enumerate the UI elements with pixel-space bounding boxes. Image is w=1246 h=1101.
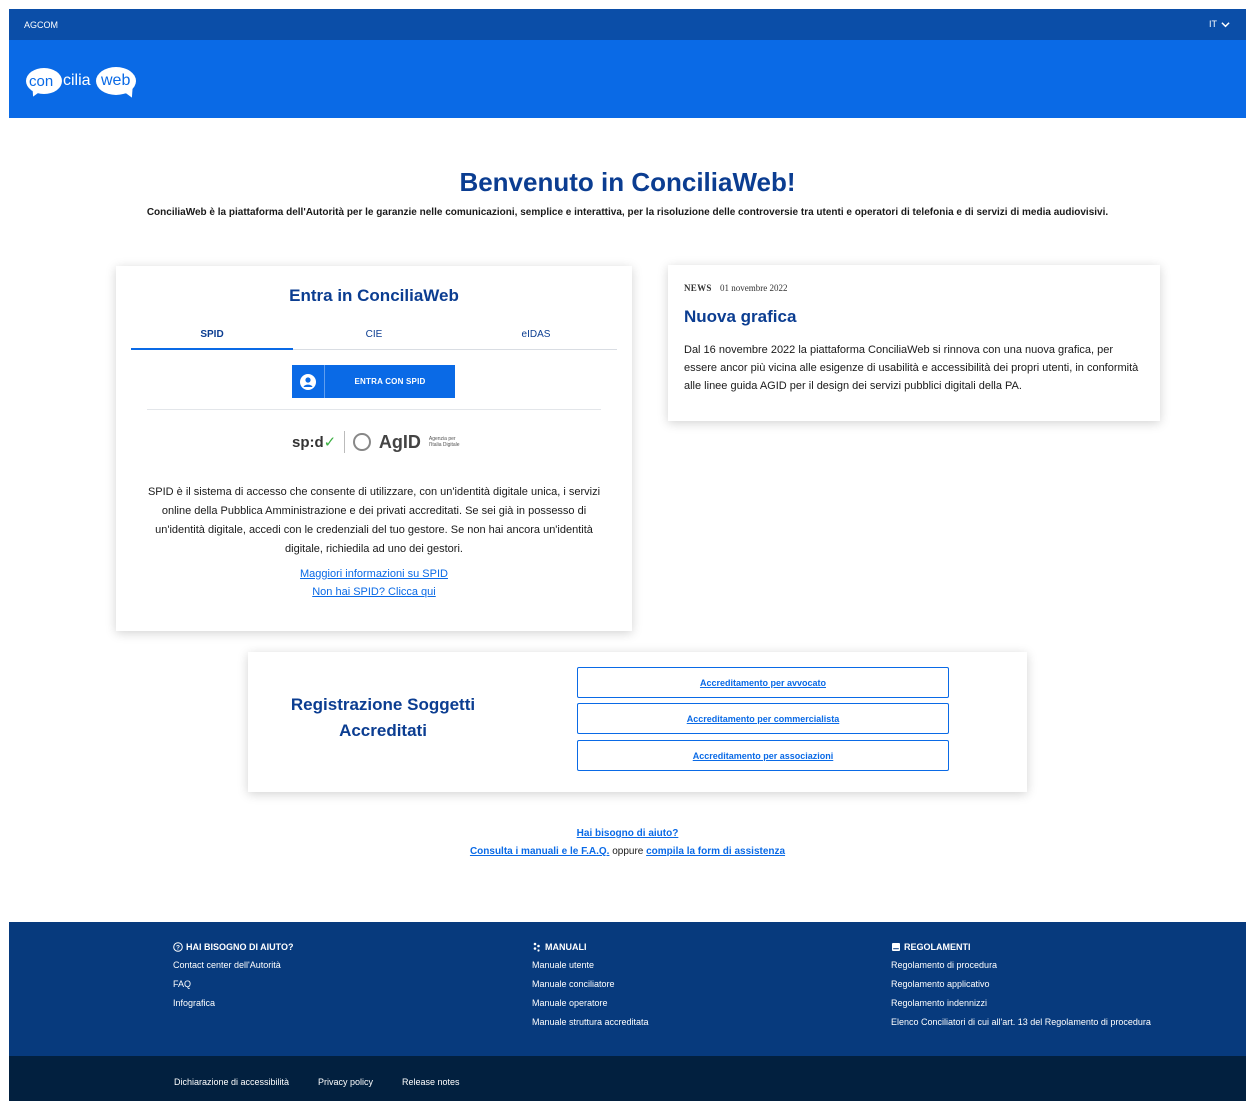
footer-manuals-heading: MANUALI — [532, 942, 649, 952]
help-or-text: oppure — [612, 846, 644, 857]
footer-rules-heading-text: REGOLAMENTI — [904, 942, 971, 952]
news-text: Dal 16 novembre 2022 la piattaforma Conc… — [684, 344, 1139, 392]
tab-cie[interactable]: CIE — [293, 326, 455, 349]
footer-link-manuale-utente[interactable]: Manuale utente — [532, 960, 649, 970]
conciliaweb-logo[interactable]: con cilia web — [26, 65, 138, 101]
language-label: IT — [1209, 19, 1217, 29]
footer-link-regolamento-applicativo[interactable]: Regolamento applicativo — [891, 979, 1151, 989]
agid-logo: AgID — [378, 431, 421, 452]
logo-divider — [344, 431, 346, 453]
manual-icon — [533, 942, 540, 952]
header: con cilia web — [9, 40, 1246, 118]
footer-link-faq[interactable]: FAQ — [173, 979, 294, 989]
chevron-down-icon — [1221, 21, 1230, 27]
news-meta: NEWS 01 novembre 2022 — [684, 283, 787, 293]
news-tag: NEWS — [684, 283, 712, 293]
divider — [147, 409, 601, 410]
login-tabs: SPID CIE eIDAS — [131, 326, 617, 350]
footer-help-heading-text: HAI BISOGNO DI AIUTO? — [186, 942, 294, 952]
question-circle-icon: ? — [173, 942, 183, 952]
footer-link-manuale-operatore[interactable]: Manuale operatore — [532, 998, 649, 1008]
login-title: Entra in ConciliaWeb — [289, 286, 459, 305]
footer-help-column: ? HAI BISOGNO DI AIUTO? Contact center d… — [173, 942, 294, 1017]
agid-logo-subtitle: Agenzia per l'Italia Digitale — [428, 436, 460, 448]
lawyer-accreditation-button[interactable]: Accreditamento per avvocato — [577, 667, 949, 698]
spid-agid-logos: sp:d✓ AgID Agenzia per l'Italia Digitale — [292, 429, 462, 455]
news-title[interactable]: Nuova grafica — [684, 307, 796, 327]
footer-manuals-heading-text: MANUALI — [545, 942, 587, 952]
registration-title: Registrazione Soggetti Accreditati — [290, 695, 476, 740]
svg-text:?: ? — [176, 945, 180, 952]
footer-rules-heading: REGOLAMENTI — [891, 942, 1151, 952]
footer-link-elenco-conciliatori[interactable]: Elenco Conciliatori di cui all'art. 13 d… — [891, 1017, 1151, 1027]
tab-eidas[interactable]: eIDAS — [455, 326, 617, 349]
footer-link-manuale-struttura[interactable]: Manuale struttura accreditata — [532, 1017, 649, 1027]
language-selector[interactable]: IT — [1209, 19, 1230, 29]
footer-manuals-column: MANUALI Manuale utente Manuale conciliat… — [532, 942, 649, 1036]
page: AGCOM IT con cilia web Benvenuto in Conc… — [9, 9, 1246, 1101]
release-notes-link[interactable]: Release notes — [402, 1077, 460, 1087]
accountant-accreditation-button[interactable]: Accreditamento per commercialista — [577, 703, 949, 734]
news-card: NEWS 01 novembre 2022 Nuova grafica Dal … — [668, 265, 1160, 421]
republic-seal-icon — [353, 433, 371, 451]
registration-card: Registrazione Soggetti Accreditati Accre… — [248, 652, 1027, 792]
spid-more-info-link[interactable]: Maggiori informazioni su SPID — [116, 568, 632, 580]
user-icon — [292, 365, 325, 398]
spid-login-button[interactable]: ENTRA CON SPID — [292, 365, 455, 398]
privacy-policy-link[interactable]: Privacy policy — [318, 1077, 373, 1087]
news-date: 01 novembre 2022 — [719, 283, 788, 293]
spid-login-label: ENTRA CON SPID — [354, 377, 426, 386]
book-icon — [892, 943, 900, 951]
spid-logo: sp:d✓ — [292, 434, 337, 451]
page-title: Benvenuto in ConciliaWeb! — [459, 167, 796, 197]
spid-description: SPID è il sistema di accesso che consent… — [147, 486, 601, 555]
logo-text-con: con — [29, 73, 54, 90]
top-bar: AGCOM IT — [9, 9, 1246, 40]
footer: ? HAI BISOGNO DI AIUTO? Contact center d… — [9, 922, 1246, 1056]
help-link[interactable]: Hai bisogno di aiuto? — [577, 828, 679, 839]
assistance-form-link[interactable]: compila la form di assistenza — [646, 846, 785, 857]
footer-link-contact-center[interactable]: Contact center dell'Autorità — [173, 960, 294, 970]
manuals-faq-link[interactable]: Consulta i manuali e le F.A.Q. — [470, 846, 609, 857]
login-card: Entra in ConciliaWeb SPID CIE eIDAS ENTR… — [116, 266, 632, 631]
help-section: Hai bisogno di aiuto? Consulta i manuali… — [9, 825, 1246, 861]
no-spid-link[interactable]: Non hai SPID? Clicca qui — [116, 586, 632, 598]
footer-link-manuale-conciliatore[interactable]: Manuale conciliatore — [532, 979, 649, 989]
footer-help-heading: ? HAI BISOGNO DI AIUTO? — [173, 942, 294, 952]
accessibility-statement-link[interactable]: Dichiarazione di accessibilità — [174, 1077, 289, 1087]
spid-logo-text: sp:d — [292, 434, 324, 451]
logo-text-web: web — [101, 72, 131, 89]
association-accreditation-button[interactable]: Accreditamento per associazioni — [577, 740, 949, 771]
footer-link-infografica[interactable]: Infografica — [173, 998, 294, 1008]
org-link[interactable]: AGCOM — [24, 20, 58, 30]
tab-spid[interactable]: SPID — [131, 326, 293, 350]
footer-bottom-bar: Dichiarazione di accessibilità Privacy p… — [9, 1056, 1246, 1101]
logo-text-cilia: cilia — [63, 72, 91, 89]
footer-link-regolamento-indennizzi[interactable]: Regolamento indennizzi — [891, 998, 1151, 1008]
page-subtitle: ConciliaWeb è la piattaforma dell'Autori… — [146, 207, 1109, 218]
footer-rules-column: REGOLAMENTI Regolamento di procedura Reg… — [891, 942, 1151, 1036]
footer-link-regolamento-procedura[interactable]: Regolamento di procedura — [891, 960, 1151, 970]
